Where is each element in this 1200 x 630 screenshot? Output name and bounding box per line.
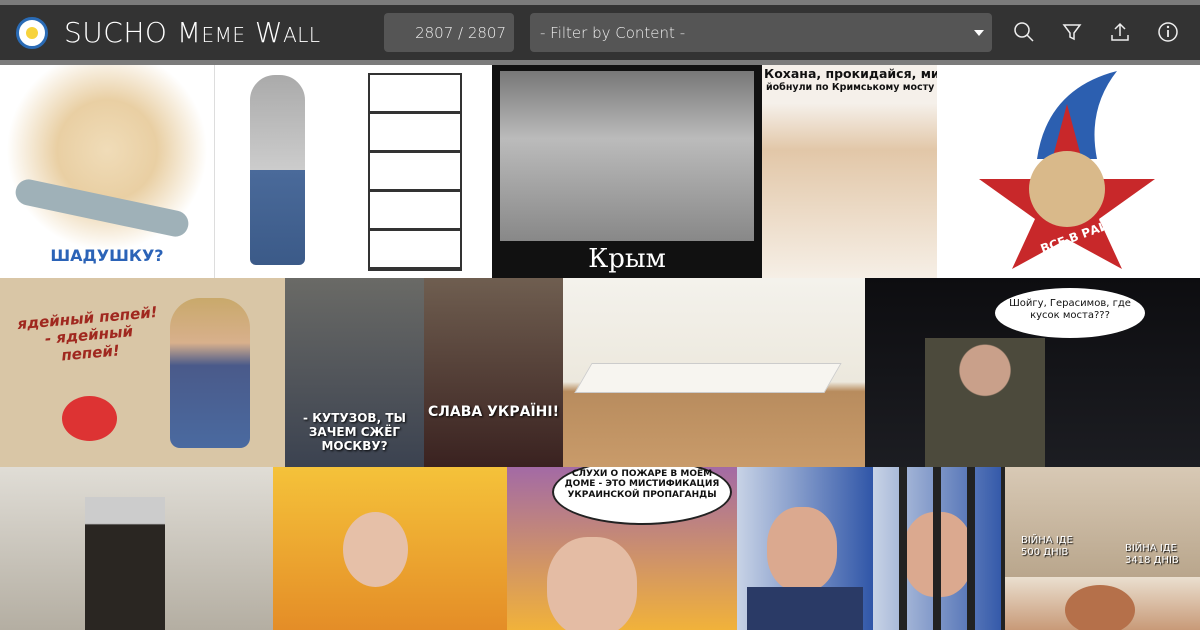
shark-costume-figure [250,75,305,265]
meme-tile[interactable]: Кохана, прокидайся, ми йобнули по Кримсь… [762,65,937,278]
filter-label: - Filter by Content - [540,24,686,42]
man-with-goose [85,497,165,630]
meme-caption: Крым [588,244,666,274]
info-icon[interactable] [1157,21,1179,43]
meme-tile[interactable] [273,467,507,630]
meme-tile[interactable]: СЛУХИ О ПОЖАРЕ В МОЁМ ДОМЕ - ЭТО МИСТИФИ… [507,467,737,630]
meme-tile[interactable]: - КУТУЗОВ, ТЫ ЗАЧЕМ СЖЁГ МОСКВУ? [285,278,424,467]
meme-caption: СЛУХИ О ПОЖАРЕ В МОЁМ ДОМЕ - ЭТО МИСТИФИ… [564,469,720,500]
face [343,512,408,587]
meme-caption: СЛАВА УКРАЇНІ! [428,404,559,420]
page-title: SUCHO Meme Wall [64,16,321,49]
meme-tile[interactable] [340,65,492,278]
meme-tile[interactable] [873,467,1005,630]
missile-shape [13,176,191,240]
content-filter-select[interactable]: - Filter by Content - [530,13,992,52]
filter-icon[interactable] [1061,21,1083,43]
meme-tile[interactable] [214,65,340,278]
face [767,507,837,592]
meme-tile[interactable] [0,467,273,630]
meme-caption: - КУТУЗОВ, ТЫ ЗАЧЕМ СЖЁГ МОСКВУ? [303,411,406,453]
header-bar: SUCHO Meme Wall 2807 / 2807 - Filter by … [0,5,1200,60]
meme-tile[interactable] [737,467,873,630]
child-figure [170,298,250,448]
comic-panels [368,73,462,271]
meme-tile[interactable] [1005,577,1200,630]
red-bucket [62,396,117,441]
meme-tile[interactable]: СЛАВА УКРАЇНІ! [424,278,563,467]
meme-tile[interactable]: Шойгу, Герасимов, где кусок моста??? [865,278,1200,467]
sucho-logo[interactable] [16,17,48,49]
meme-tile[interactable]: ВСЕ В РАЙ [937,65,1200,278]
cartoon-mouse [1065,585,1135,630]
beach-photo [500,71,754,241]
meme-counter: 2807 / 2807 [384,13,514,52]
meme-caption: Кохана, прокидайся, ми [764,66,937,81]
long-table [574,363,842,393]
meme-caption: ВІЙНА ІДЕ 500 ДНІВ [1021,535,1073,558]
meme-tile[interactable]: ШАДУШКУ? [0,65,214,278]
meme-tile[interactable] [563,278,865,467]
chevron-down-icon [974,30,984,36]
meme-caption-secondary: йобнули по Кримському мосту [766,82,935,93]
meme-tile[interactable]: Крым [492,65,762,278]
meme-caption: Шойгу, Герасимов, где кусок моста??? [1009,298,1131,321]
meme-tile[interactable]: ВІЙНА ІДЕ 500 ДНІВ ВІЙНА ІДЕ 3418 ДНІВ [1005,467,1200,577]
uniform [747,587,863,630]
meme-caption-secondary: ВІЙНА ІДЕ 3418 ДНІВ [1125,543,1179,566]
person-figure [925,338,1045,467]
meme-caption: ядейный пепей! - ядейный пепей! [16,302,159,364]
search-icon[interactable] [1013,21,1035,43]
meme-caption: ШАДУШКУ? [50,246,164,265]
meme-tile[interactable]: ядейный пепей! - ядейный пепей! [0,278,285,467]
face [547,537,637,630]
prison-bars [873,467,1005,630]
upload-icon[interactable] [1109,21,1131,43]
